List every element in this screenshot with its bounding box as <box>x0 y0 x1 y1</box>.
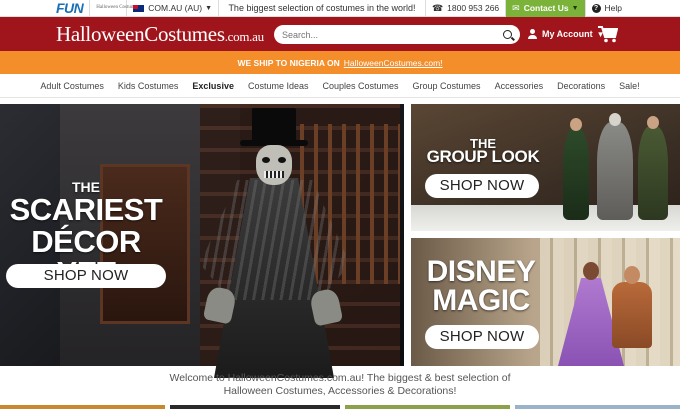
disney-banner-shop-now-button[interactable]: SHOP NOW <box>425 325 539 349</box>
group-banner-shop-now-button[interactable]: SHOP NOW <box>425 174 539 198</box>
search-icon[interactable] <box>503 30 512 39</box>
nav-item-couples-costumes[interactable]: Couples Costumes <box>315 81 405 91</box>
nav-item-exclusive[interactable]: Exclusive <box>185 81 241 91</box>
chevron-down-icon: ▼ <box>205 4 213 12</box>
shipping-banner: WE SHIP TO NIGERIA ON HalloweenCostumes.… <box>0 51 680 74</box>
nav-item-group-costumes[interactable]: Group Costumes <box>406 81 488 91</box>
ghoul-face-image <box>256 145 292 185</box>
group-person-head-image <box>570 118 582 131</box>
fun-logo[interactable]: FUN <box>0 0 91 17</box>
phone-link[interactable]: ☎ 1800 953 266 <box>426 0 507 17</box>
main-banner-shop-now-button[interactable]: SHOP NOW <box>6 264 166 288</box>
halloween-costumes-logo[interactable]: Halloween Costumes <box>90 0 139 17</box>
chevron-down-icon: ▼ <box>571 4 579 12</box>
utility-bar: FUN Halloween Costumes COM.AU (AU) ▼ The… <box>0 0 680 17</box>
main-banner-title-line1: SCARIEST <box>9 192 163 227</box>
search-input[interactable] <box>282 29 503 40</box>
help-icon: ? <box>591 3 601 13</box>
group-person-elf-image <box>563 128 589 220</box>
group-person-wizard-image <box>597 122 633 220</box>
contact-us-button[interactable]: ✉ Contact Us ▼ <box>506 0 586 17</box>
nav-item-decorations[interactable]: Decorations <box>550 81 612 91</box>
user-icon <box>528 29 537 39</box>
ghoul-hat-image <box>252 108 296 144</box>
category-tile-image[interactable] <box>515 405 680 409</box>
region-selector[interactable]: COM.AU (AU) ▼ <box>127 0 220 17</box>
disney-banner-title-line1: DISNEY <box>426 255 536 288</box>
envelope-icon: ✉ <box>512 2 520 13</box>
search-bar <box>274 25 520 44</box>
site-header: HalloweenCostumes.com.au My Account ▼ <box>0 17 680 51</box>
my-account-button[interactable]: My Account ▼ <box>528 17 605 51</box>
site-logo[interactable]: HalloweenCostumes.com.au <box>56 22 264 47</box>
category-tile-image[interactable] <box>0 405 165 409</box>
group-person-head-image <box>647 116 659 129</box>
category-tile-image[interactable] <box>345 405 510 409</box>
help-link[interactable]: ? Help <box>586 0 680 17</box>
nav-item-adult-costumes[interactable]: Adult Costumes <box>33 81 111 91</box>
cart-icon[interactable] <box>598 25 618 43</box>
shipping-link[interactable]: HalloweenCostumes.com! <box>344 58 443 68</box>
category-tile-image[interactable] <box>170 405 340 409</box>
group-person-head-image <box>609 113 621 126</box>
group-banner-title: GROUP LOOK <box>426 147 540 166</box>
nav-item-kids-costumes[interactable]: Kids Costumes <box>111 81 186 91</box>
group-person-ranger-image <box>638 126 668 220</box>
nav-item-sale[interactable]: Sale! <box>612 81 647 91</box>
nav-item-accessories[interactable]: Accessories <box>488 81 551 91</box>
australia-flag-icon <box>133 4 145 12</box>
tagline: The biggest selection of costumes in the… <box>219 0 426 17</box>
main-nav: Adult Costumes Kids Costumes Exclusive C… <box>0 74 680 98</box>
disney-person-head-image <box>624 266 640 284</box>
disney-hero-costume-image <box>612 282 652 348</box>
phone-icon: ☎ <box>431 2 444 13</box>
welcome-message: Welcome to HalloweenCostumes.com.au! The… <box>169 372 511 397</box>
nav-item-costume-ideas[interactable]: Costume Ideas <box>241 81 316 91</box>
disney-person-head-image <box>583 262 599 280</box>
disney-banner-title-line2: MAGIC <box>432 284 530 317</box>
